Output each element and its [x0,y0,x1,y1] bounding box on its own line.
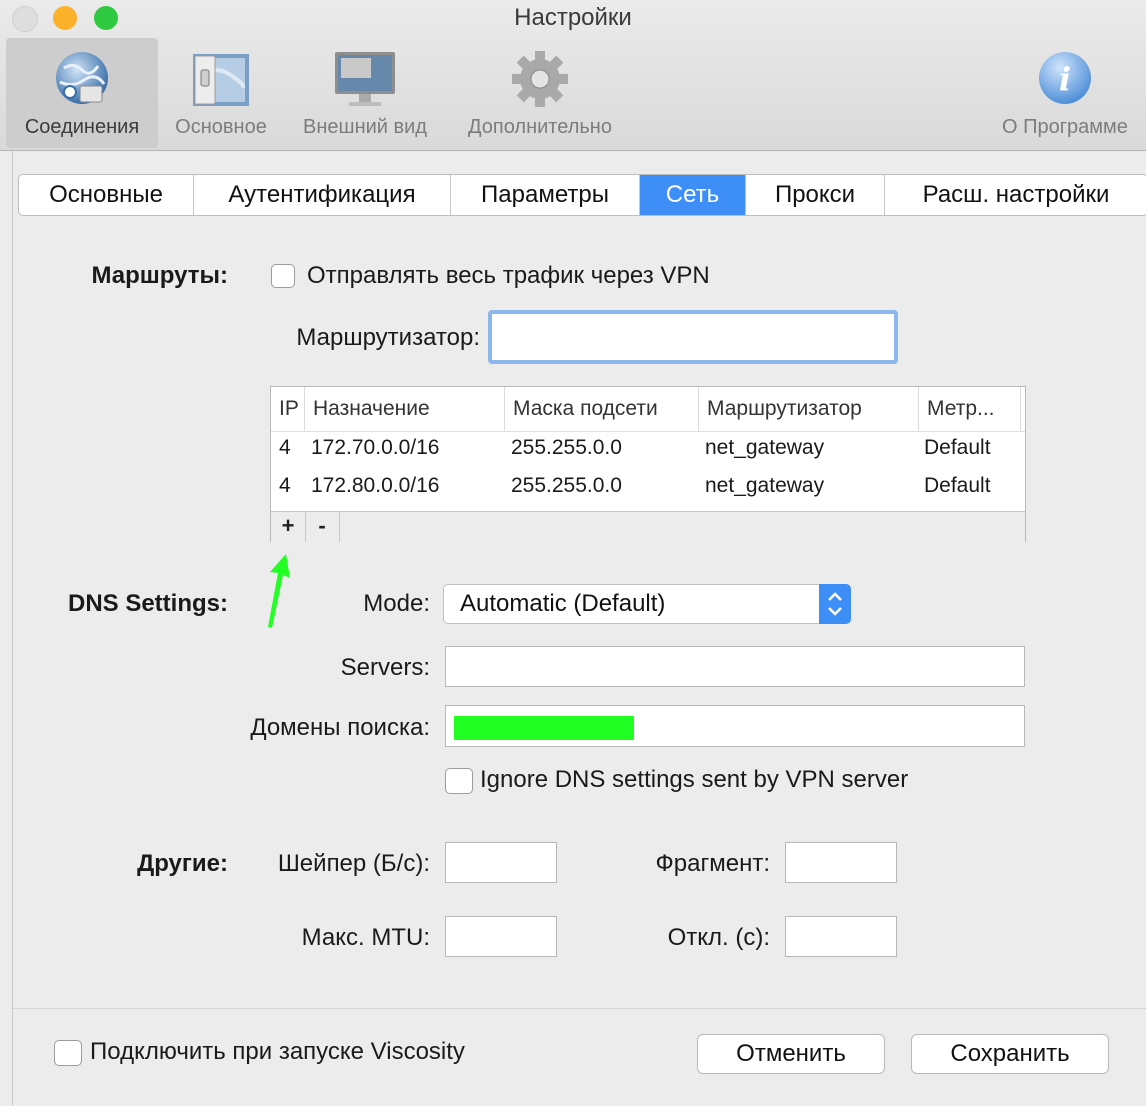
ignore-dns-checkbox[interactable] [445,768,473,794]
column-header-subnet-mask[interactable]: Маска подсети [505,387,699,431]
autoconnect-checkbox[interactable] [54,1040,82,1066]
tab-options[interactable]: Параметры [451,175,640,215]
table-footer: + - [271,511,1025,542]
dns-mode-label: Mode: [363,590,430,617]
window-title: Настройки [514,4,632,31]
timeout-label: Откл. (с): [667,924,770,951]
routes-table: IP Назначение Маска подсети Маршрутизато… [270,386,1026,542]
info-icon: i [1039,52,1091,104]
display-monitor-icon [335,52,395,106]
toolbar-item-about[interactable]: i О Программе [996,38,1146,148]
save-button[interactable]: Сохранить [911,1034,1109,1074]
switch-panel-icon [193,54,249,106]
routes-section-label: Маршруты: [91,262,228,289]
dns-servers-label: Servers: [340,654,430,681]
annotation-arrow-icon [268,554,290,628]
column-header-metric[interactable]: Метр... [919,387,1021,431]
remove-route-button[interactable]: - [305,512,340,542]
send-all-traffic-label: Отправлять весь трафик через VPN [307,262,710,289]
footer-divider [13,1008,1146,1009]
cell-gateway: net_gateway [705,436,825,459]
tab-bar: Основные Аутентификация Параметры Сеть П… [18,174,1146,216]
column-header-ip[interactable]: IP [271,387,305,431]
tab-network[interactable]: Сеть [640,175,746,215]
fragment-input[interactable] [785,842,897,883]
cancel-button[interactable]: Отменить [697,1034,885,1074]
toolbar-item-label: Соединения [24,116,140,138]
tab-proxy[interactable]: Прокси [746,175,885,215]
cell-metric: Default [924,436,991,459]
redaction-highlight [454,716,634,740]
mtu-input[interactable] [445,916,557,957]
toolbar-item-connections[interactable]: Соединения [6,38,158,148]
toolbar-item-advanced[interactable]: Дополнительно [450,38,630,148]
settings-sheet [12,151,1146,1106]
chevron-updown-icon [819,584,851,624]
toolbar-item-label: Дополнительно [468,116,612,138]
table-row[interactable]: 4 172.80.0.0/16 255.255.0.0 net_gateway … [271,467,1025,505]
dns-section-label: DNS Settings: [67,590,228,617]
timeout-input[interactable] [785,916,897,957]
search-domains-label: Домены поиска: [250,714,430,741]
toolbar: Настройки Соединения Основное Внешний ви… [0,0,1146,151]
cell-destination: 172.70.0.0/16 [311,436,440,459]
table-row[interactable]: 4 172.70.0.0/16 255.255.0.0 net_gateway … [271,429,1025,467]
toolbar-item-label: Внешний вид [303,116,427,138]
ignore-dns-label: Ignore DNS settings sent by VPN server [480,766,909,793]
toolbar-item-label: Основное [175,116,267,138]
cell-metric: Default [924,474,991,497]
tab-advanced-settings[interactable]: Расш. настройки [885,175,1146,215]
send-all-traffic-checkbox[interactable] [271,264,295,288]
dns-servers-input[interactable] [445,646,1025,687]
dns-mode-select[interactable]: Automatic (Default) [443,584,851,624]
gear-icon [512,51,568,107]
shaper-input[interactable] [445,842,557,883]
column-header-destination[interactable]: Назначение [305,387,505,431]
cell-ip: 4 [279,474,291,497]
add-route-button[interactable]: + [271,512,306,542]
gateway-input[interactable] [488,310,898,364]
dns-mode-value: Automatic (Default) [460,590,666,617]
cell-destination: 172.80.0.0/16 [311,474,440,497]
cell-subnet-mask: 255.255.0.0 [511,474,622,497]
search-domains-input[interactable] [445,705,1025,747]
globe-network-icon [56,52,108,104]
cell-gateway: net_gateway [705,474,825,497]
shaper-label: Шейпер (Б/с): [277,850,430,877]
fragment-label: Фрагмент: [655,850,770,877]
table-header: IP Назначение Маска подсети Маршрутизато… [271,387,1025,432]
toolbar-item-appearance[interactable]: Внешний вид [288,38,442,148]
autoconnect-label: Подключить при запуске Viscosity [90,1038,465,1065]
column-header-gateway[interactable]: Маршрутизатор [699,387,919,431]
toolbar-item-general[interactable]: Основное [162,38,280,148]
tab-authentication[interactable]: Аутентификация [194,175,451,215]
gateway-label: Маршрутизатор: [296,324,480,351]
mtu-label: Макс. MTU: [301,924,430,951]
toolbar-item-label: О Программе [1002,116,1128,138]
svg-text:i: i [1059,60,1071,98]
tab-general[interactable]: Основные [19,175,194,215]
cell-ip: 4 [279,436,291,459]
other-section-label: Другие: [137,850,228,877]
cell-subnet-mask: 255.255.0.0 [511,436,622,459]
